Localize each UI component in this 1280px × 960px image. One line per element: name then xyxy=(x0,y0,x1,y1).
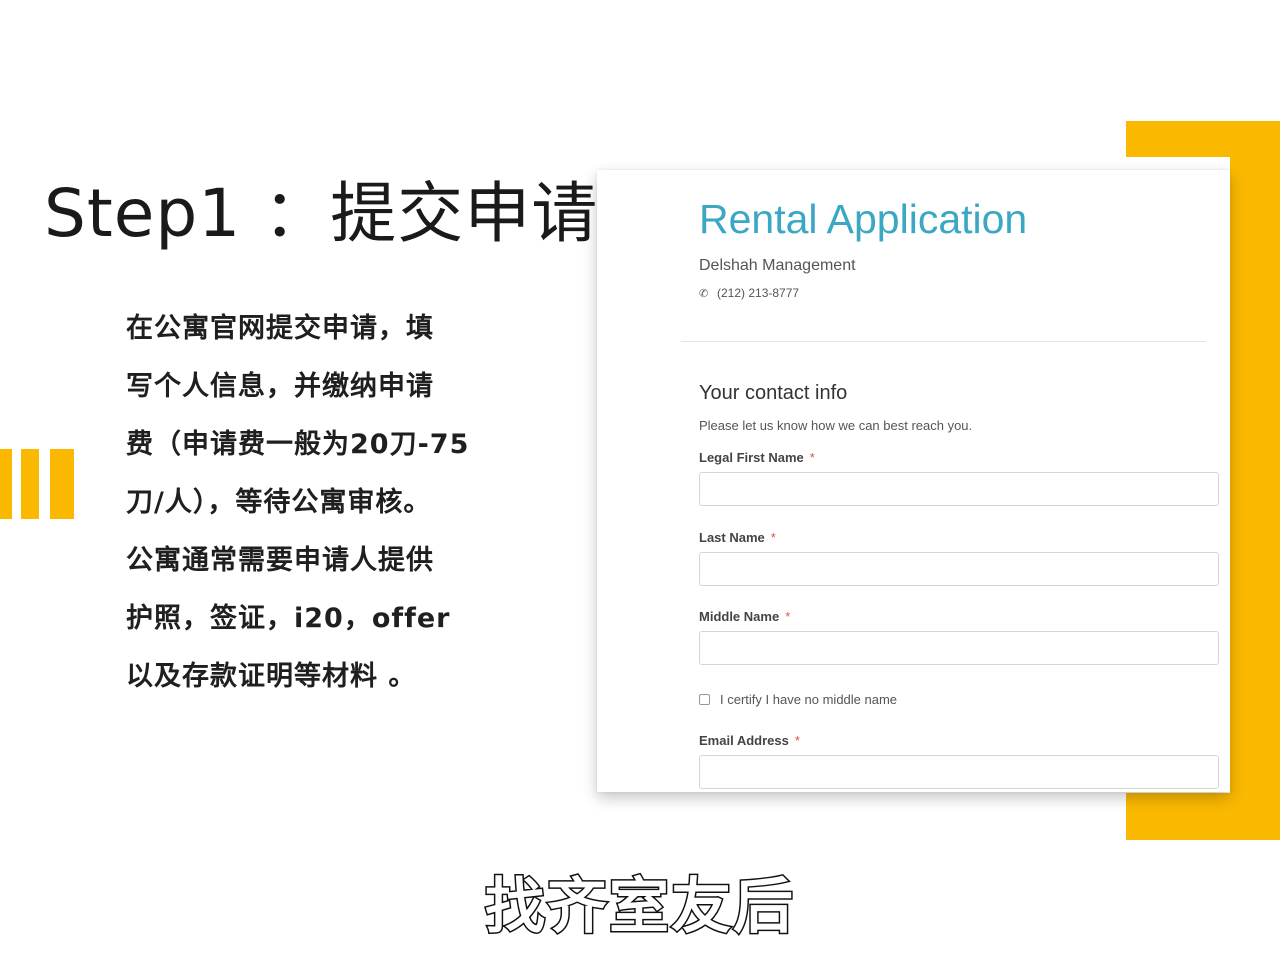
bar-1 xyxy=(0,449,12,519)
email-input[interactable] xyxy=(699,755,1219,789)
video-caption: 找齐室友后 xyxy=(484,871,795,944)
no-middle-name-checkbox-label: I certify I have no middle name xyxy=(720,692,898,707)
section-title: Your contact info xyxy=(699,382,848,404)
no-middle-name-checkbox-row[interactable]: I certify I have no middle name xyxy=(699,692,897,707)
description-line: 写个人信息，并缴纳申请 xyxy=(126,371,434,402)
required-marker: * xyxy=(794,733,800,748)
section-subtitle: Please let us know how we can best reach… xyxy=(699,418,973,433)
decorative-bars xyxy=(0,449,76,519)
rental-application-screenshot: Rental Application Delshah Management ✆ (… xyxy=(597,170,1230,792)
description-line: 以及存款证明等材料 。 xyxy=(126,661,417,692)
last-name-input[interactable] xyxy=(699,552,1219,586)
description-line: 费（申请费一般为20刀-75 xyxy=(126,429,470,460)
email-label: Email Address * xyxy=(699,733,800,748)
phone-icon: ✆ xyxy=(699,288,709,300)
required-marker: * xyxy=(809,450,815,465)
email-label-text: Email Address xyxy=(699,733,789,748)
first-name-input[interactable] xyxy=(699,472,1219,506)
bar-3 xyxy=(50,449,74,519)
phone-number: (212) 213-8777 xyxy=(717,286,800,300)
last-name-label-text: Last Name xyxy=(699,530,765,545)
company-name: Delshah Management xyxy=(699,257,856,274)
required-marker: * xyxy=(785,609,791,624)
required-marker: * xyxy=(770,530,776,545)
header-divider xyxy=(681,341,1206,342)
middle-name-label: Middle Name * xyxy=(699,609,790,624)
description-line: 刀/人），等待公寓审核。 xyxy=(126,487,432,518)
slide-description: 在公寓官网提交申请，填 写个人信息，并缴纳申请 费（申请费一般为20刀-75 刀… xyxy=(126,300,526,706)
bar-2 xyxy=(21,449,39,519)
slide-title: Step1 ：提交申请 xyxy=(44,175,599,252)
middle-name-label-text: Middle Name xyxy=(699,609,780,624)
middle-name-input[interactable] xyxy=(699,631,1219,665)
company-phone: ✆ (212) 213-8777 xyxy=(699,286,799,300)
no-middle-name-checkbox[interactable] xyxy=(699,694,710,706)
first-name-label: Legal First Name * xyxy=(699,450,815,465)
first-name-label-text: Legal First Name xyxy=(699,450,804,465)
description-line: 在公寓官网提交申请，填 xyxy=(126,313,434,344)
last-name-label: Last Name * xyxy=(699,530,776,545)
description-line: 护照，签证，i20，offer xyxy=(126,603,451,634)
form-title: Rental Application xyxy=(699,196,1028,242)
description-line: 公寓通常需要申请人提供 xyxy=(126,545,434,576)
